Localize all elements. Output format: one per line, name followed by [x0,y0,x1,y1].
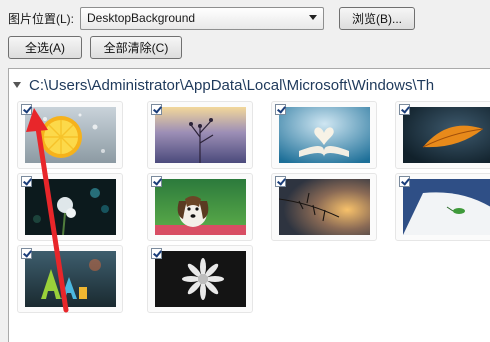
checkbox-checked-icon[interactable] [21,104,32,115]
thumbnail-lemon-slice-water[interactable] [17,101,123,169]
checkbox-checked-icon[interactable] [399,176,410,187]
branch-sunset-image [279,179,370,235]
folder-group-header[interactable]: C:\Users\Administrator\AppData\Local\Mic… [13,75,434,95]
checkbox-checked-icon[interactable] [21,176,32,187]
checkbox-checked-icon[interactable] [151,176,162,187]
orange-leaf-image [403,107,490,163]
picture-location-value: DesktopBackground [87,11,196,25]
thumbnail-colorful-letters-aa[interactable] [17,245,123,313]
checkbox-checked-icon[interactable] [275,104,286,115]
select-all-button[interactable]: 全选(A) [8,36,82,59]
picture-location-row: 图片位置(L): DesktopBackground [8,6,325,30]
colorful-letters-image [25,251,116,307]
folder-path: C:\Users\Administrator\AppData\Local\Mic… [29,76,435,94]
puppy-image [155,179,246,235]
picture-location-dropdown[interactable]: DesktopBackground [80,6,325,30]
thumbnail-green-bug-on-white[interactable] [395,173,490,241]
chevron-down-icon [309,14,318,20]
lemon-slice-image [25,107,116,163]
checkbox-checked-icon[interactable] [399,104,410,115]
thumbnail-orange-leaf-macro[interactable] [395,101,490,169]
night-floral-image [25,179,116,235]
checkbox-checked-icon[interactable] [21,248,32,259]
collapse-triangle-icon[interactable] [13,82,21,88]
checkbox-checked-icon[interactable] [151,104,162,115]
purple-dusk-image [155,107,246,163]
thumbnail-white-daisy-dark[interactable] [147,245,253,313]
picture-list-panel[interactable]: C:\Users\Administrator\AppData\Local\Mic… [8,68,490,342]
green-bug-image [403,179,490,235]
browse-button[interactable]: 浏览(B)... [339,7,415,30]
thumbnail-night-floral-bokeh[interactable] [17,173,123,241]
thumbnail-branch-at-sunset[interactable] [271,173,377,241]
picture-location-label: 图片位置(L): [8,11,75,26]
thumbnail-open-book-heart[interactable] [271,101,377,169]
checkbox-checked-icon[interactable] [275,176,286,187]
open-book-image [279,107,370,163]
checkbox-checked-icon[interactable] [151,248,162,259]
thumbnail-puppy-on-grass[interactable] [147,173,253,241]
thumbnail-purple-dusk-plant[interactable] [147,101,253,169]
clear-all-button[interactable]: 全部清除(C) [90,36,182,59]
white-daisy-image [155,251,246,307]
